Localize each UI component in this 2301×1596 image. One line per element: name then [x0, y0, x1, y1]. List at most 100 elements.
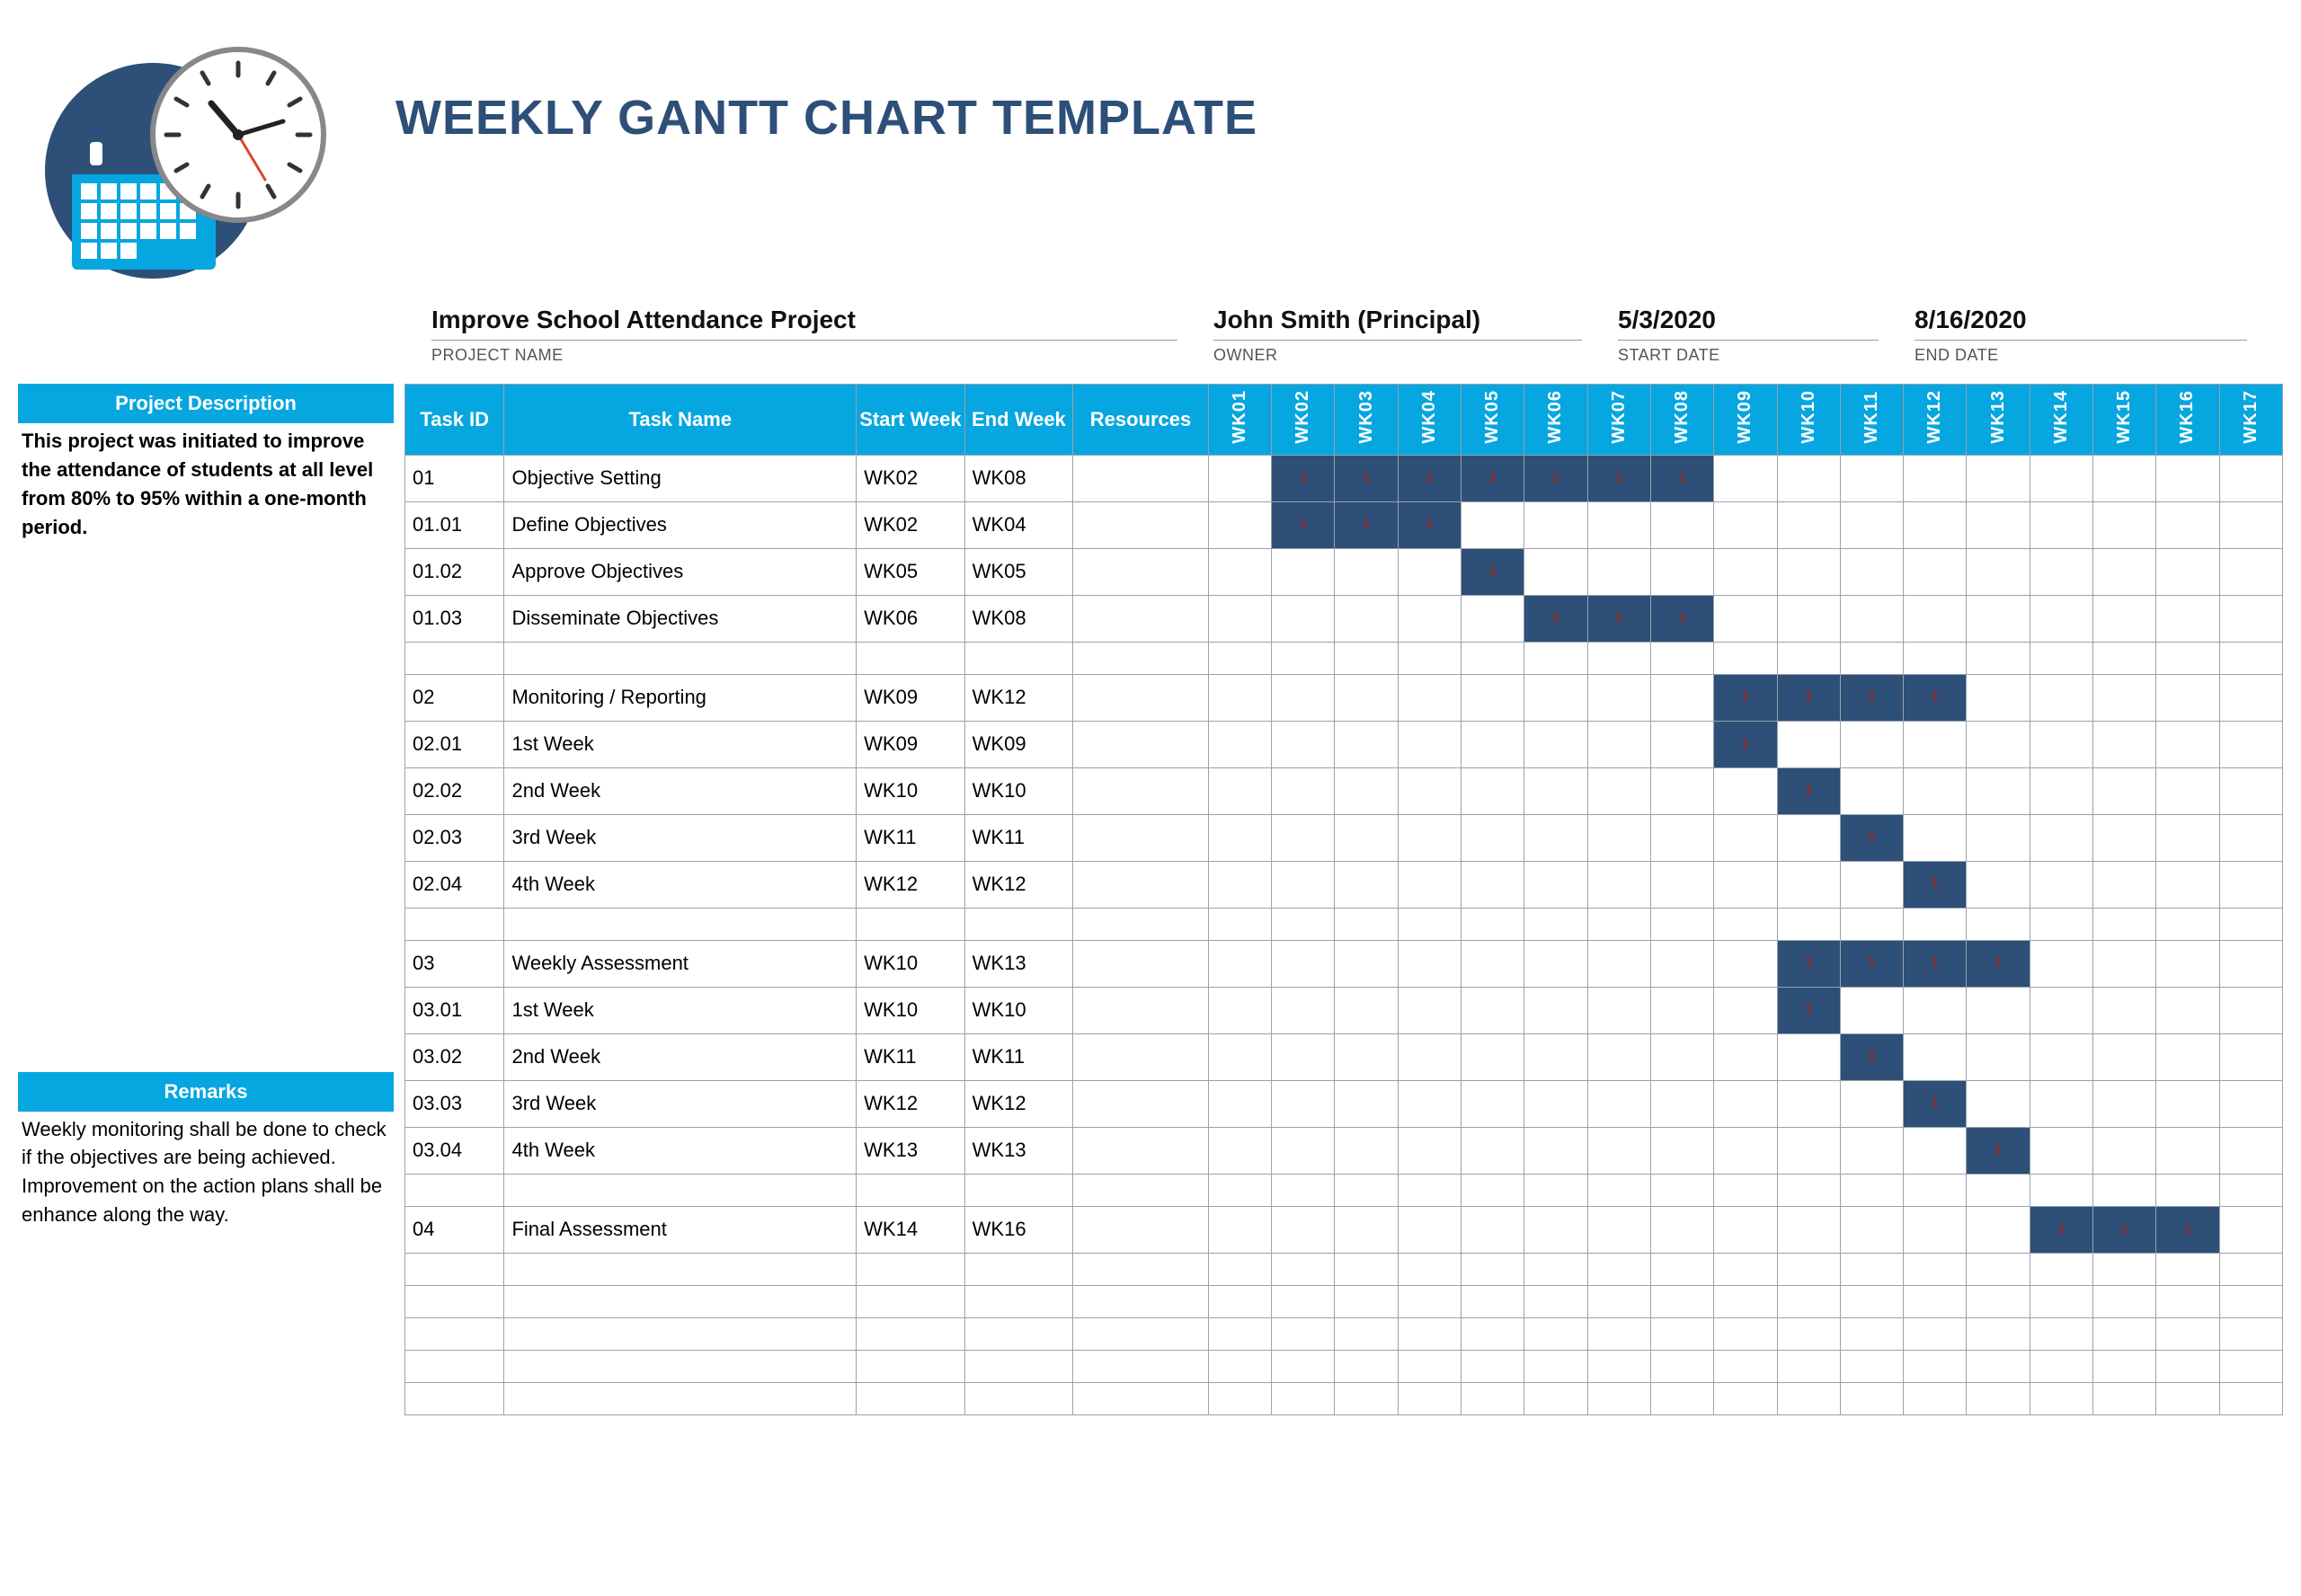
- cell-start-week: WK02: [857, 501, 965, 548]
- gantt-cell: [1777, 595, 1840, 642]
- cell-task-id: 03.04: [405, 1127, 504, 1174]
- project-meta: Improve School Attendance Project PROJEC…: [431, 306, 2283, 366]
- gantt-cell: 1: [1461, 548, 1524, 595]
- cell-resources: [1073, 548, 1209, 595]
- cell-task-name: 4th Week: [504, 1127, 857, 1174]
- col-week-wk17: WK17: [2219, 385, 2282, 456]
- gantt-cell: [1524, 501, 1587, 548]
- cell-task-id: 02.03: [405, 814, 504, 861]
- gantt-cell: 1: [1904, 674, 1967, 721]
- owner-value: John Smith (Principal): [1213, 306, 1480, 337]
- col-week-wk03: WK03: [1335, 385, 1398, 456]
- gantt-cell: [1461, 814, 1524, 861]
- cell-end-week: WK08: [964, 455, 1073, 501]
- gantt-cell: [2092, 1033, 2155, 1080]
- gantt-cell: [1650, 767, 1713, 814]
- gantt-cell: [2030, 674, 2092, 721]
- col-week-wk11: WK11: [1840, 385, 1903, 456]
- gantt-cell: [1398, 595, 1461, 642]
- gantt-cell: [1524, 548, 1587, 595]
- gantt-cell: [1904, 767, 1967, 814]
- gantt-cell: [1524, 814, 1587, 861]
- gantt-cell: [1208, 455, 1271, 501]
- gantt-cell: [1398, 674, 1461, 721]
- gantt-cell: [2030, 1127, 2092, 1174]
- gantt-cell: [1587, 721, 1650, 767]
- gantt-cell: [2156, 501, 2219, 548]
- gantt-cell: 1: [1587, 595, 1650, 642]
- gantt-cell: [1777, 548, 1840, 595]
- gantt-cell: [1208, 767, 1271, 814]
- gantt-cell: [1840, 548, 1903, 595]
- gantt-cell: [1650, 940, 1713, 987]
- gantt-cell: 1: [1777, 674, 1840, 721]
- cell-task-id: 02.01: [405, 721, 504, 767]
- gantt-cell: [1524, 674, 1587, 721]
- gantt-cell: [1587, 814, 1650, 861]
- cell-end-week: WK04: [964, 501, 1073, 548]
- col-start-week: Start Week: [857, 385, 965, 456]
- gantt-cell: [1335, 1127, 1398, 1174]
- owner-label: OWNER: [1213, 341, 1618, 365]
- gantt-cell: [2219, 1127, 2282, 1174]
- cell-task-name: Define Objectives: [504, 501, 857, 548]
- table-row: 03.033rd WeekWK12WK121: [405, 1080, 2283, 1127]
- gantt-cell: [1714, 1033, 1777, 1080]
- table-row: 03.022nd WeekWK11WK111: [405, 1033, 2283, 1080]
- cell-end-week: WK13: [964, 940, 1073, 987]
- gantt-cell: [2092, 548, 2155, 595]
- project-name-value: Improve School Attendance Project: [431, 306, 856, 337]
- gantt-cell: [1840, 595, 1903, 642]
- col-week-wk01: WK01: [1208, 385, 1271, 456]
- cell-task-name: Final Assessment: [504, 1206, 857, 1253]
- gantt-cell: [1650, 861, 1713, 908]
- gantt-table: Task ID Task Name Start Week End Week Re…: [404, 384, 2283, 1415]
- gantt-cell: [1714, 1127, 1777, 1174]
- cell-resources: [1073, 1080, 1209, 1127]
- gantt-cell: [1840, 987, 1903, 1033]
- cell-task-id: 03.01: [405, 987, 504, 1033]
- table-row: 03.044th WeekWK13WK131: [405, 1127, 2283, 1174]
- col-week-wk08: WK08: [1650, 385, 1713, 456]
- gantt-cell: [1461, 1080, 1524, 1127]
- page-title: WEEKLY GANTT CHART TEMPLATE: [395, 36, 1257, 146]
- gantt-cell: 1: [1904, 1080, 1967, 1127]
- gantt-cell: [1840, 501, 1903, 548]
- gantt-cell: [2156, 721, 2219, 767]
- gantt-cell: [2092, 767, 2155, 814]
- end-date-value: 8/16/2020: [1915, 306, 2027, 337]
- gantt-cell: [1904, 721, 1967, 767]
- col-resources: Resources: [1073, 385, 1209, 456]
- gantt-cell: 1: [1398, 501, 1461, 548]
- gantt-cell: [1208, 940, 1271, 987]
- cell-resources: [1073, 767, 1209, 814]
- table-row: 01.01Define ObjectivesWK02WK04111: [405, 501, 2283, 548]
- gantt-cell: [2092, 1080, 2155, 1127]
- gantt-cell: [2030, 1033, 2092, 1080]
- cell-start-week: WK09: [857, 721, 965, 767]
- gantt-cell: 1: [1335, 455, 1398, 501]
- cell-task-name: 2nd Week: [504, 1033, 857, 1080]
- gantt-cell: [1714, 1080, 1777, 1127]
- gantt-cell: [2219, 767, 2282, 814]
- cell-resources: [1073, 595, 1209, 642]
- gantt-cell: [1777, 861, 1840, 908]
- col-week-wk02: WK02: [1272, 385, 1335, 456]
- cell-end-week: WK11: [964, 1033, 1073, 1080]
- gantt-cell: [1524, 861, 1587, 908]
- gantt-cell: [1524, 1033, 1587, 1080]
- gantt-cell: [2156, 1033, 2219, 1080]
- gantt-cell: [1335, 595, 1398, 642]
- gantt-cell: 1: [1967, 940, 2030, 987]
- start-date-value: 5/3/2020: [1618, 306, 1716, 337]
- gantt-cell: [1524, 721, 1587, 767]
- gantt-cell: [1587, 987, 1650, 1033]
- gantt-cell: [1650, 1033, 1713, 1080]
- cell-end-week: WK12: [964, 861, 1073, 908]
- gantt-cell: 1: [1904, 861, 1967, 908]
- col-week-wk05: WK05: [1461, 385, 1524, 456]
- cell-task-name: Disseminate Objectives: [504, 595, 857, 642]
- gantt-cell: [2030, 1080, 2092, 1127]
- gantt-cell: [1272, 861, 1335, 908]
- gantt-cell: [1714, 767, 1777, 814]
